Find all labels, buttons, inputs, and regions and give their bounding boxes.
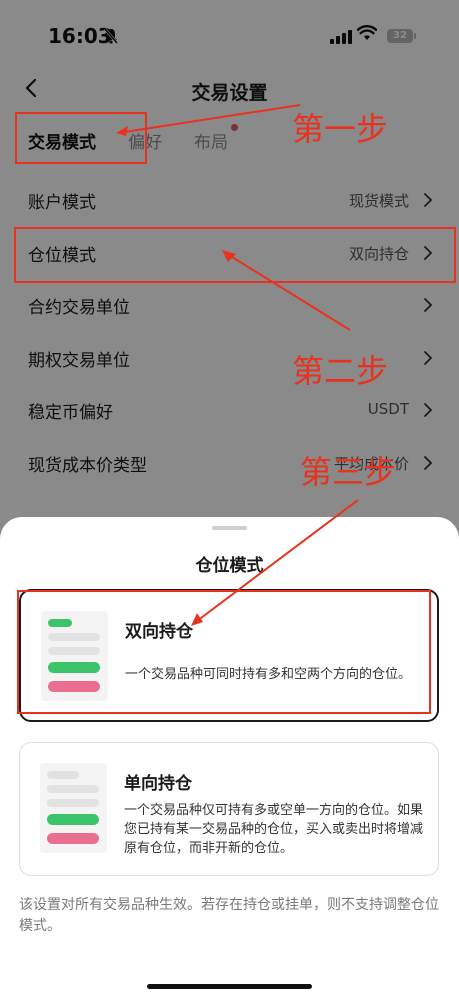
position-mode-sheet: 仓位模式 双向持仓 一个交易品种可同时持有多和空两个方向的仓位。 单向持仓 一个… [0, 517, 459, 1000]
illustration-line [48, 647, 100, 655]
sheet-footnote: 该设置对所有交易品种生效。若存在持仓或挂单，则不支持调整仓位模式。 [19, 897, 439, 934]
illustration-line [47, 799, 99, 807]
option-description: 一个交易品种可同时持有多和空两个方向的仓位。 [125, 667, 412, 682]
illustration-line [47, 771, 79, 779]
illustration-line [47, 785, 99, 793]
illustration-line [48, 633, 100, 641]
option-title: 单向持仓 [124, 774, 192, 794]
illustration-short-bar [48, 681, 100, 692]
option-title: 双向持仓 [125, 622, 193, 642]
illustration-long-bar [48, 662, 100, 673]
home-indicator [147, 984, 312, 989]
option-one-way-mode[interactable]: 单向持仓 一个交易品种仅可持有多或空单一方向的仓位。如果您已持有某一交易品种的仓… [19, 742, 439, 876]
option-hedge-mode[interactable]: 双向持仓 一个交易品种可同时持有多和空两个方向的仓位。 [19, 589, 439, 722]
illustration-short-bar [47, 833, 99, 844]
illustration-long-bar [47, 814, 99, 825]
illustration-line [48, 619, 72, 627]
option-description: 一个交易品种仅可持有多或空单一方向的仓位。如果您已持有某一交易品种的仓位，买入或… [124, 803, 424, 856]
one-way-mode-illustration [40, 763, 107, 853]
sheet-drag-handle[interactable] [212, 526, 247, 530]
hedge-mode-illustration [41, 611, 108, 701]
sheet-title: 仓位模式 [195, 556, 264, 576]
